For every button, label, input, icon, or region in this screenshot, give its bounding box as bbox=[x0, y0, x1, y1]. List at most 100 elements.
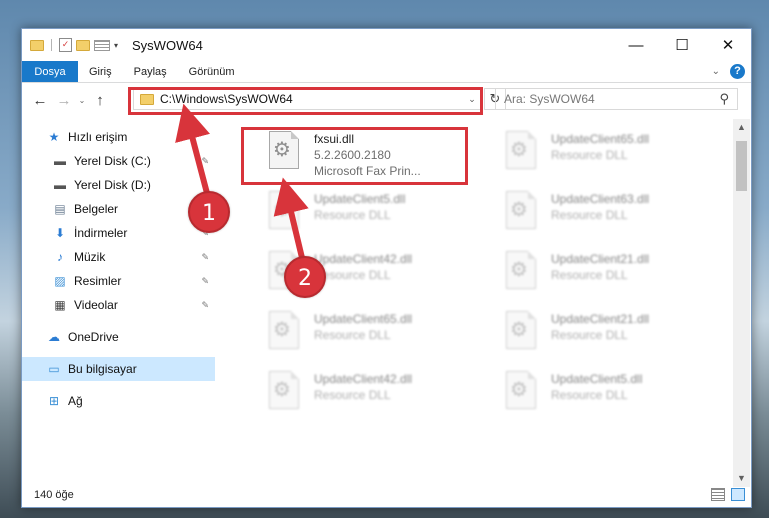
vertical-scrollbar[interactable]: ▲ ▼ bbox=[733, 119, 750, 487]
cloud-icon: ☁ bbox=[48, 330, 60, 344]
up-button[interactable]: ↑ bbox=[88, 92, 112, 109]
file-name: UpdateClient65.dll bbox=[314, 312, 413, 326]
file-detail: Resource DLL bbox=[314, 328, 391, 342]
window-controls: — ☐ ✕ bbox=[613, 29, 751, 61]
file-detail: Resource DLL bbox=[551, 328, 628, 342]
file-name: UpdateClient5.dll bbox=[314, 192, 406, 206]
sidebar-item-videolar[interactable]: ▦ Videolar ✎ bbox=[22, 293, 215, 317]
file-name: UpdateClient65.dll bbox=[551, 132, 650, 146]
dll-file-icon: ⚙ bbox=[501, 371, 545, 421]
sidebar-item-label: Resimler bbox=[74, 274, 122, 288]
sidebar-item-label: Videolar bbox=[74, 298, 118, 312]
tab-home[interactable]: Giriş bbox=[78, 61, 123, 82]
drive-icon: ▬ bbox=[54, 154, 66, 168]
pin-icon[interactable]: ✎ bbox=[201, 156, 209, 167]
sidebar-item-belgeler[interactable]: ▤Belgeler✎ bbox=[22, 197, 215, 221]
pictures-icon: ▨ bbox=[54, 274, 66, 288]
expand-ribbon-icon[interactable]: ⌄ bbox=[712, 66, 720, 77]
step-1-badge: 1 bbox=[188, 191, 230, 233]
search-input[interactable]: Ara: SysWOW64 bbox=[504, 92, 595, 106]
tab-file[interactable]: Dosya bbox=[22, 61, 78, 82]
dll-file-icon: ⚙ bbox=[501, 311, 545, 361]
new-folder-icon[interactable] bbox=[76, 39, 90, 51]
sidebar-item-yerel-disk-c-[interactable]: ▬ Yerel Disk (C:) ✎ bbox=[22, 149, 215, 173]
close-button[interactable]: ✕ bbox=[705, 29, 751, 61]
explorer-window: ✓ ▾ SysWOW64 — ☐ ✕ Dosya Giriş Paylaş Gö… bbox=[21, 28, 752, 508]
network-icon: ⊞ bbox=[48, 394, 60, 408]
file-item[interactable]: ⚙ UpdateClient65.dll Resource DLL bbox=[264, 311, 494, 367]
maximize-button[interactable]: ☐ bbox=[659, 29, 705, 61]
search-icon[interactable]: ⚲ bbox=[719, 91, 729, 107]
sidebar-item-label: Bu bilgisayar bbox=[68, 362, 137, 376]
tiles-view-icon[interactable] bbox=[731, 488, 745, 501]
sidebar-item-a-[interactable]: ⊞ Ağ bbox=[22, 389, 215, 413]
forward-button[interactable]: → bbox=[52, 92, 76, 109]
dll-file-icon: ⚙ bbox=[264, 311, 308, 361]
star-icon: ★ bbox=[48, 130, 60, 144]
tab-view[interactable]: Görünüm bbox=[178, 61, 246, 82]
sidebar-item-onedrive[interactable]: ☁ OneDrive bbox=[22, 325, 215, 349]
pin-icon[interactable]: ✎ bbox=[201, 300, 209, 311]
file-detail: Resource DLL bbox=[314, 208, 391, 222]
file-detail: Resource DLL bbox=[551, 148, 628, 162]
status-bar: 140 öğe bbox=[22, 483, 751, 507]
file-detail: Resource DLL bbox=[551, 388, 628, 402]
recent-locations-icon[interactable]: ⌄ bbox=[76, 96, 88, 105]
help-icon[interactable]: ? bbox=[730, 64, 745, 79]
file-item[interactable]: ⚙ UpdateClient65.dll Resource DLL bbox=[501, 131, 731, 187]
step-2-badge: 2 bbox=[284, 256, 326, 298]
dll-file-icon: ⚙ bbox=[501, 191, 545, 241]
file-item[interactable]: ⚙ UpdateClient21.dll Resource DLL bbox=[501, 251, 731, 307]
file-name: UpdateClient42.dll bbox=[314, 252, 413, 266]
dll-file-icon: ⚙ bbox=[264, 371, 308, 421]
sidebar-item-label: Yerel Disk (C:) bbox=[74, 154, 151, 168]
computer-icon: ▭ bbox=[48, 362, 60, 376]
sidebar-item-yerel-disk-d-[interactable]: ▬ Yerel Disk (D:) ✎ bbox=[22, 173, 215, 197]
sidebar-item-resimler[interactable]: ▨ Resimler ✎ bbox=[22, 269, 215, 293]
file-item[interactable]: ⚙ UpdateClient5.dll Resource DLL bbox=[264, 191, 494, 247]
ribbon-tabs: Dosya Giriş Paylaş Görünüm ⌄ ? bbox=[22, 61, 751, 83]
view-switcher bbox=[711, 488, 745, 501]
file-item[interactable]: ⚙ UpdateClient63.dll Resource DLL bbox=[501, 191, 731, 247]
customize-toolbar-icon[interactable]: ▾ bbox=[114, 41, 118, 50]
file-detail: Resource DLL bbox=[314, 388, 391, 402]
file-name: UpdateClient21.dll bbox=[551, 312, 650, 326]
sidebar-item-h-zl-eri-im[interactable]: ★ Hızlı erişim bbox=[22, 125, 215, 149]
file-item[interactable]: ⚙ UpdateClient5.dll Resource DLL bbox=[501, 371, 731, 427]
pin-icon[interactable]: ✎ bbox=[201, 252, 209, 263]
file-name: UpdateClient5.dll bbox=[551, 372, 643, 386]
pin-icon[interactable]: ✎ bbox=[201, 276, 209, 287]
music-icon: ♪ bbox=[57, 250, 63, 264]
file-item[interactable]: ⚙ UpdateClient21.dll Resource DLL bbox=[501, 311, 731, 367]
window-title: SysWOW64 bbox=[132, 37, 203, 53]
tab-share[interactable]: Paylaş bbox=[123, 61, 178, 82]
file-name: UpdateClient42.dll bbox=[314, 372, 413, 386]
ribbon-right: ⌄ ? bbox=[712, 64, 745, 79]
file-detail: Resource DLL bbox=[551, 268, 628, 282]
details-view-icon[interactable] bbox=[711, 488, 725, 501]
file-detail: Resource DLL bbox=[551, 208, 628, 222]
dll-file-icon: ⚙ bbox=[264, 191, 308, 241]
folder-icon bbox=[30, 39, 44, 51]
views-icon[interactable] bbox=[94, 39, 110, 51]
properties-icon[interactable]: ✓ bbox=[59, 38, 72, 52]
file-detail: Resource DLL bbox=[314, 268, 391, 282]
sidebar-item-i-ndirmeler[interactable]: ⬇İndirmeler✎ bbox=[22, 221, 215, 245]
item-count: 140 öğe bbox=[34, 489, 74, 501]
minimize-button[interactable]: — bbox=[613, 29, 659, 61]
back-button[interactable]: ← bbox=[28, 92, 52, 109]
sidebar-item-m-zik[interactable]: ♪ Müzik ✎ bbox=[22, 245, 215, 269]
sidebar-item-label: Belgeler bbox=[74, 202, 119, 216]
pin-icon[interactable]: ✎ bbox=[201, 180, 209, 191]
scroll-thumb[interactable] bbox=[736, 141, 747, 191]
sidebar-item-bu-bilgisayar[interactable]: ▭ Bu bilgisayar bbox=[22, 357, 215, 381]
title-bar: ✓ ▾ SysWOW64 — ☐ ✕ bbox=[22, 29, 751, 61]
navigation-pane: ★ Hızlı erişim ▬ Yerel Disk (C:) ✎ ▬ Yerel Dis… bbox=[22, 117, 215, 477]
sidebar-item-label: İndirmeler bbox=[74, 226, 128, 240]
sidebar-item-label: OneDrive bbox=[68, 330, 119, 344]
file-item[interactable]: ⚙ UpdateClient42.dll Resource DLL bbox=[264, 371, 494, 427]
scroll-up-icon[interactable]: ▲ bbox=[733, 119, 750, 136]
file-highlight bbox=[241, 127, 468, 185]
file-name: UpdateClient63.dll bbox=[551, 192, 650, 206]
search-box[interactable]: Ara: SysWOW64 ⚲ bbox=[495, 88, 738, 110]
